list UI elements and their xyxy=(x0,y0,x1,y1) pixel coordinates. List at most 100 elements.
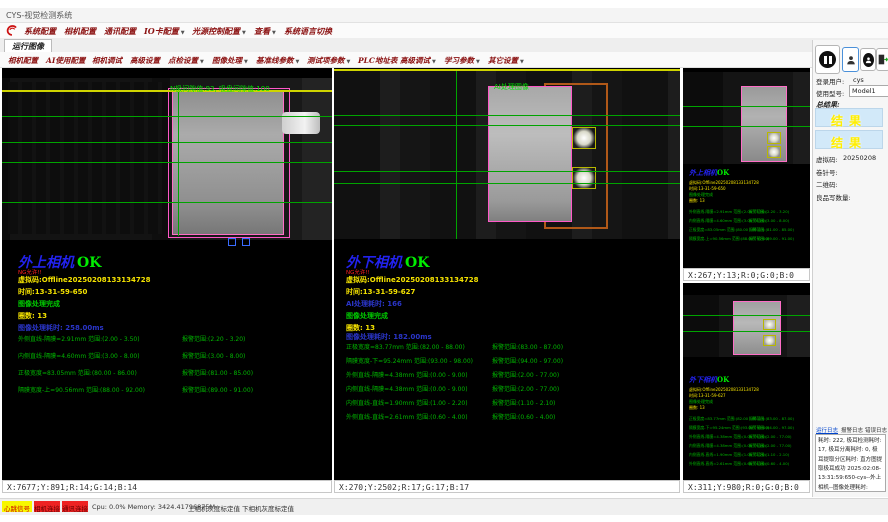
processing-elapsed: 图像处理耗时: 182.00ms xyxy=(346,332,432,342)
reference-yellow-line xyxy=(334,69,680,71)
measure-line xyxy=(334,171,680,172)
bottom-camera-gray-calibration[interactable]: 下相机灰度标定值 xyxy=(242,503,294,513)
alarm-range: 报警范围:(81.00 - 85.00) xyxy=(182,368,253,377)
tool-baseline-params[interactable]: 基准线参数▼ xyxy=(256,55,299,66)
top-camera-gray-calibration[interactable]: 上相机灰度标定值 xyxy=(188,503,240,513)
alarm-range: 报警范围:(2.20 - 3.20) xyxy=(182,334,245,343)
thumbnail-top-coordinates: X:267;Y:13;R:0;G:0;B:0 xyxy=(683,268,810,281)
battery-cell-region xyxy=(488,86,572,222)
user-icon xyxy=(846,54,856,66)
measure-line xyxy=(683,331,810,332)
alarm-range: 报警范围:(0.60 - 4.00) xyxy=(749,461,789,467)
tool-spot-check[interactable]: 点检设置▼ xyxy=(168,55,204,66)
qr-code-label: 二维码: xyxy=(816,179,838,189)
reference-yellow-line xyxy=(2,90,332,92)
tool-test-params[interactable]: 测试项参数▼ xyxy=(307,55,350,66)
alarm-range: 报警范围:(2.00 - 77.00) xyxy=(749,434,792,440)
gap-overlay-text: N极间隙值:93, 吸盘间隙值:100 xyxy=(170,84,270,94)
capture-time: 时间:13-31-59-627 xyxy=(346,287,415,297)
measure-value: 内侧直线-直线=1.90mm 范围:(1.00 - 2.20) xyxy=(346,398,468,407)
measure-line xyxy=(334,115,680,116)
chevron-down-icon: ▼ xyxy=(347,59,351,65)
chevron-down-icon: ▼ xyxy=(272,30,276,36)
tool-ai-config[interactable]: AI使用配置 xyxy=(46,55,85,66)
measure-value: 正极宽度=83.77mm 范围:(82.00 - 88.00) xyxy=(346,342,465,351)
log-tab-alarm[interactable]: 报警日志 xyxy=(841,426,863,434)
menu-item-light-config[interactable]: 光源控制配置▼ xyxy=(192,26,246,37)
menu-item-system-config[interactable]: 系统配置 xyxy=(24,26,56,37)
measure-value: 正极宽度=83.05mm 范围:(80.00 - 86.00) xyxy=(18,368,137,377)
tab-strip: 运行图像 xyxy=(0,38,888,53)
measure-line xyxy=(2,162,332,163)
chevron-down-icon: ▼ xyxy=(520,59,524,65)
pause-button[interactable] xyxy=(815,45,840,74)
machine-texture xyxy=(8,82,168,234)
thumbnail-view-bottom[interactable]: 外下相机OK 虚拟码:Offline20250208133134728 时间:1… xyxy=(683,283,810,480)
login-user-value: cys xyxy=(853,76,864,84)
tool-camera-debug[interactable]: 相机调试 xyxy=(92,55,122,66)
measure-value: 外侧直线-隔膜=2.91mm 范围:(2.00 - 3.50) xyxy=(18,334,140,343)
turn-count: 圈数: 13 xyxy=(689,198,705,204)
window-title: CYS-视觉检测系统 xyxy=(6,10,72,21)
alarm-range: 报警范围:(1.10 - 2.10) xyxy=(749,452,789,458)
processing-done: 图像处理完成 xyxy=(346,311,388,321)
thumbnail-view-top[interactable]: 外上相机OK 虚拟码:Offline20250208133134728 时间:1… xyxy=(683,68,810,268)
chevron-down-icon: ▼ xyxy=(476,59,480,65)
menu-bar: 系统配置 相机配置 通讯配置 IO卡配置▼ 光源控制配置▼ 查看▼ 系统语言切换 xyxy=(0,23,888,38)
exit-door-icon xyxy=(878,53,888,66)
log-tab-error[interactable]: 错误日志 xyxy=(865,426,887,434)
log-tab-run[interactable]: 运行日志 xyxy=(816,426,838,434)
menu-item-camera-config[interactable]: 相机配置 xyxy=(64,26,96,37)
tool-advanced-settings[interactable]: 高级设置 xyxy=(130,55,160,66)
alarm-range: 报警范围:(94.00 - 97.00) xyxy=(492,356,563,365)
result-box-1: 结果 xyxy=(815,108,883,127)
menu-item-io-config[interactable]: IO卡配置▼ xyxy=(144,26,185,37)
tool-learning-params[interactable]: 学习参数▼ xyxy=(444,55,480,66)
processing-done: 图像处理完成 xyxy=(18,299,60,309)
heartbeat-indicator: 心跳信号 xyxy=(2,501,32,512)
alarm-range: 报警范围:(3.00 - 8.00) xyxy=(749,218,789,224)
tool-advanced-debug[interactable]: 高级调试▼ xyxy=(400,55,436,66)
toolbar: 相机配置 AI使用配置 相机调试 高级设置 点检设置▼ 图像处理▼ 基准线参数▼… xyxy=(0,52,888,68)
pin-number-label: 卷针号: xyxy=(816,167,838,177)
thumb-bottom-photo xyxy=(683,295,810,357)
tool-plc-address[interactable]: PLC地址表 xyxy=(358,55,397,66)
exit-button[interactable] xyxy=(876,48,888,71)
thumb-result-title: 外上相机OK xyxy=(689,168,729,178)
model-label: 使用型号: xyxy=(816,88,844,98)
user-button[interactable] xyxy=(842,47,859,72)
alarm-range: 报警范围:(83.00 - 87.00) xyxy=(749,416,794,422)
tool-image-processing[interactable]: 图像处理▼ xyxy=(212,55,248,66)
alarm-range: 报警范围:(2.00 - 77.00) xyxy=(492,370,559,379)
tab-weld-spot xyxy=(763,335,776,346)
user-badge-button[interactable] xyxy=(860,48,876,71)
menu-item-language-switch[interactable]: 系统语言切换 xyxy=(284,26,332,37)
turn-count: 圈数: 13 xyxy=(689,405,705,411)
measure-value: 内侧直线-隔膜=4.38mm 范围:(0.00 - 9.00) xyxy=(346,384,468,393)
menu-item-comm-config[interactable]: 通讯配置 xyxy=(104,26,136,37)
battery-cell-region xyxy=(172,91,284,235)
blue-marker xyxy=(228,238,236,246)
camera-view-left[interactable]: N极间隙值:93, 吸盘间隙值:100 外上相机OK NG允许!! 虚拟码:Of… xyxy=(2,68,332,480)
good-write-count-label: 良品写数量: xyxy=(816,192,851,202)
model-select[interactable]: Model1 xyxy=(849,85,888,97)
log-text-area[interactable]: 耗时: 222, 极耳检测耗时: 17, 极耳分离耗时: 0, 极耳提取分区耗时… xyxy=(815,434,886,492)
tab-weld-spot xyxy=(763,319,776,330)
menu-item-view[interactable]: 查看▼ xyxy=(254,26,276,37)
measure-value: 外侧直线-直线=2.61mm 范围:(0.60 - 4.00) xyxy=(346,412,468,421)
alarm-range: 报警范围:(2.20 - 3.20) xyxy=(749,209,789,215)
alarm-range: 报警范围:(2.00 - 77.00) xyxy=(492,384,559,393)
measure-line xyxy=(2,116,332,117)
tool-other-settings[interactable]: 其它设置▼ xyxy=(488,55,524,66)
alarm-range: 报警范围:(3.00 - 8.00) xyxy=(182,351,245,360)
camera-view-right[interactable]: AI处理图像 外下相机OK NG允许!! 虚拟码:Offline20250208… xyxy=(334,68,680,480)
title-bar: CYS-视觉检测系统 xyxy=(0,8,888,23)
thumbnail-bottom-coordinates: X:311;Y:980;R:0;G:0;B:0 xyxy=(683,480,810,493)
user-badge-icon xyxy=(863,53,874,67)
measure-vline xyxy=(178,88,179,236)
turn-count: 圈数: 13 xyxy=(18,311,47,321)
tool-camera-config[interactable]: 相机配置 xyxy=(8,55,38,66)
virtual-code: 虚拟码:Offline20250208133134728 xyxy=(18,275,151,285)
camera-left-coordinates: X:7677;Y:891;R:14;G:14;B:14 xyxy=(2,480,332,493)
measure-line xyxy=(683,106,810,107)
